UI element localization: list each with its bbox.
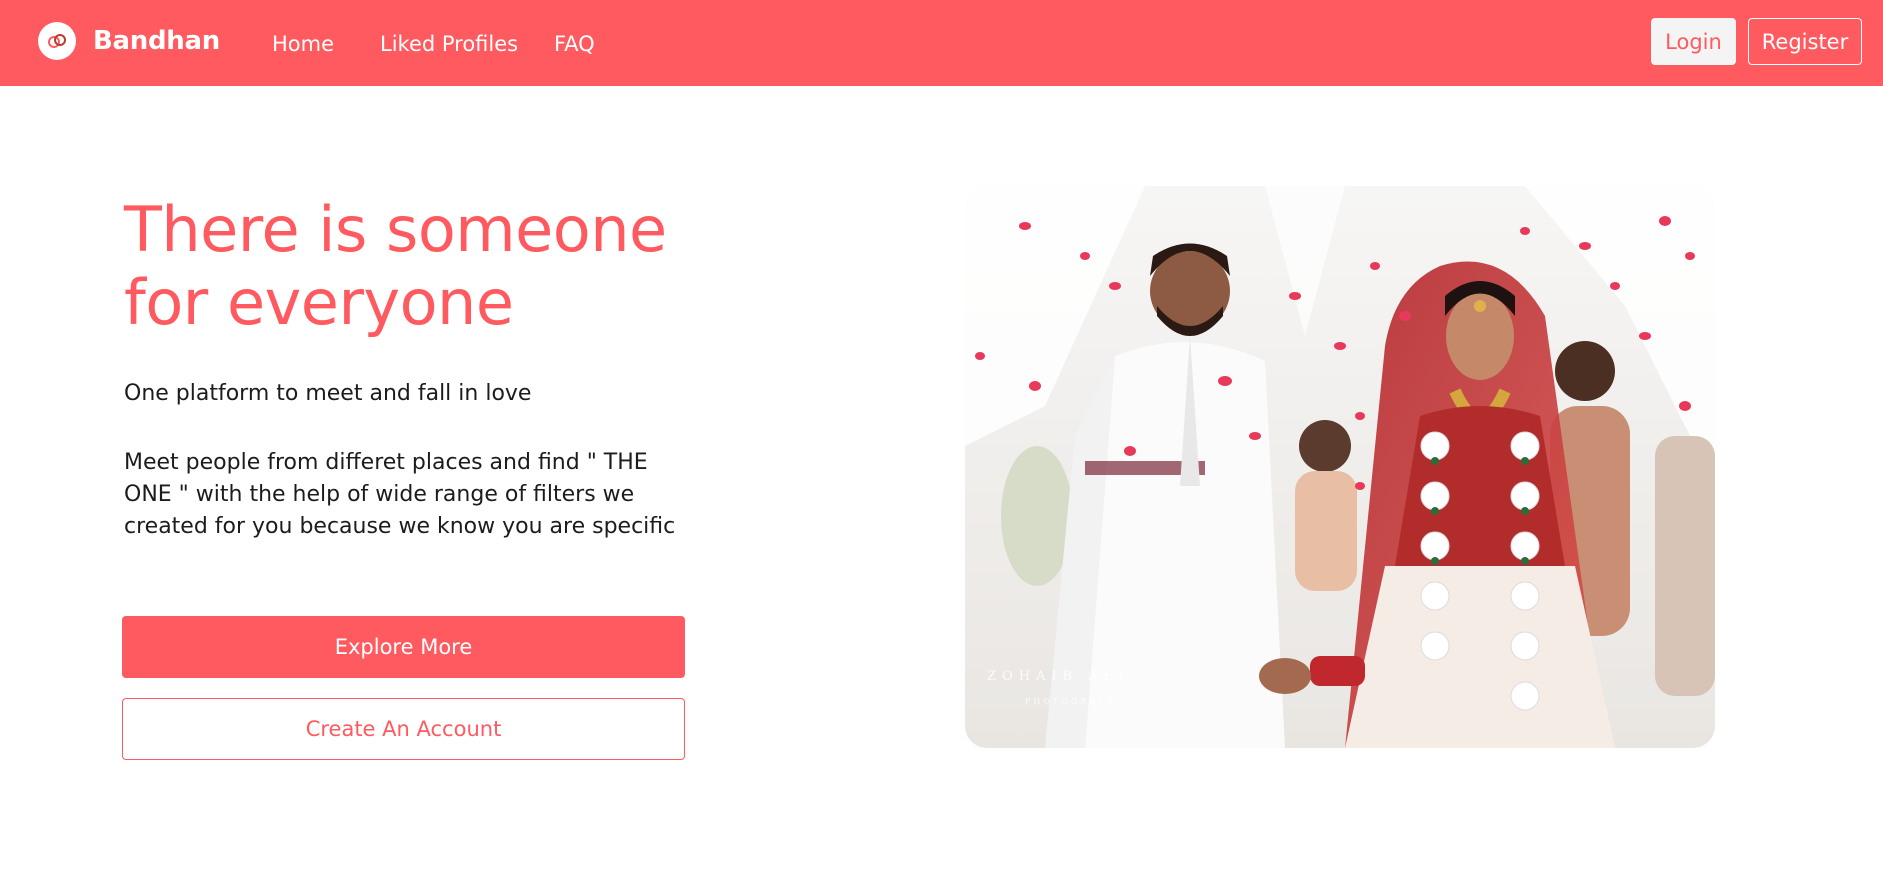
create-account-button[interactable]: Create An Account <box>122 698 685 760</box>
brand-name[interactable]: Bandhan <box>93 24 220 58</box>
photo-watermark-sub: PHOTOGRAPHY <box>1025 697 1125 706</box>
wedding-photo-illustration: ZOHAIB ALI PHOTOGRAPHY <box>965 186 1715 748</box>
hero-tagline: One platform to meet and fall in love <box>124 381 532 406</box>
nav-link-home[interactable]: Home <box>272 29 334 59</box>
hero-title: There is someone for everyone <box>124 193 667 339</box>
brand-logo[interactable] <box>38 22 76 60</box>
explore-more-button[interactable]: Explore More <box>122 616 685 678</box>
rings-icon <box>48 34 66 48</box>
nav-link-liked-profiles[interactable]: Liked Profiles <box>380 29 518 59</box>
hero-description: Meet people from differet places and fin… <box>124 450 676 539</box>
register-button[interactable]: Register <box>1748 18 1862 65</box>
nav-link-faq[interactable]: FAQ <box>554 29 595 59</box>
navbar: Bandhan Home Liked Profiles FAQ Login Re… <box>0 0 1883 86</box>
photo-watermark: ZOHAIB ALI <box>987 669 1129 684</box>
login-button[interactable]: Login <box>1651 18 1736 65</box>
hero-wedding-image: ZOHAIB ALI PHOTOGRAPHY <box>965 186 1715 748</box>
